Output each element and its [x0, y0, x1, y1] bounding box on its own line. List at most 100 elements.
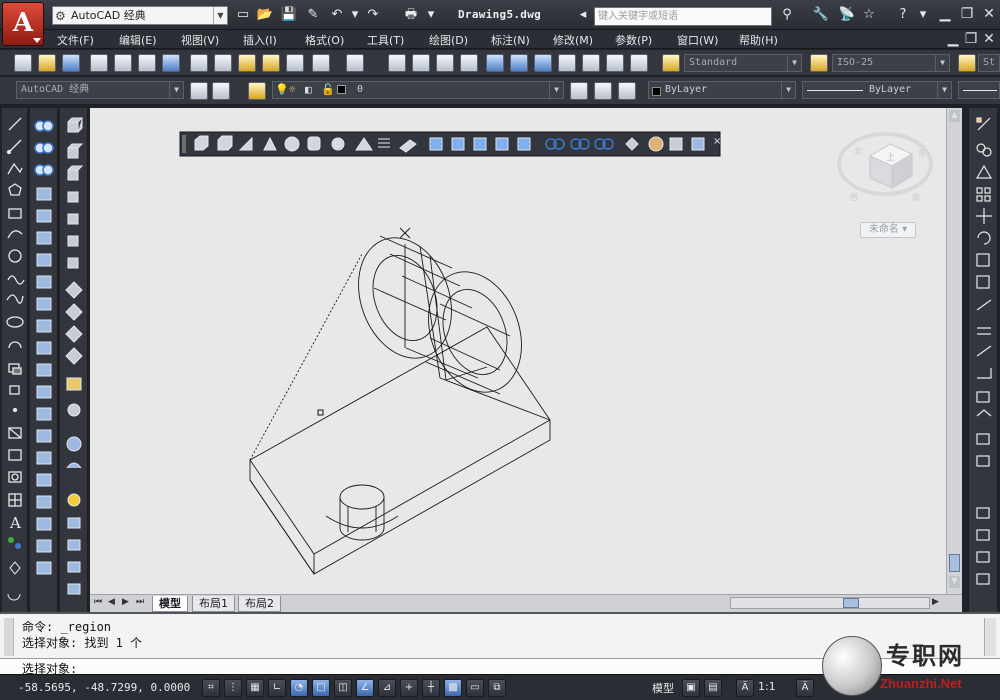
- help-toolbar-icon[interactable]: [630, 54, 648, 72]
- 3d-model-wireframe[interactable]: [249, 225, 551, 575]
- search-input[interactable]: 键入关键字或短语: [594, 7, 772, 26]
- open-file-icon[interactable]: 📂: [256, 7, 274, 23]
- first-tab-icon[interactable]: ⏮: [94, 597, 102, 607]
- vertical-scroll-thumb[interactable]: [949, 554, 960, 572]
- menu-format[interactable]: 格式(O): [305, 32, 344, 48]
- dynamic-input-button[interactable]: +: [400, 679, 418, 697]
- favorites-star-icon[interactable]: ☆: [860, 7, 878, 23]
- model-space-label[interactable]: 模型: [652, 680, 674, 696]
- quick-view-drawings-button[interactable]: ▤: [704, 679, 722, 697]
- text-style-icon[interactable]: [662, 54, 680, 72]
- tab-model[interactable]: 模型: [152, 596, 188, 612]
- open-icon[interactable]: [38, 54, 56, 72]
- drawing-canvas[interactable]: × 上 东 北 西 南 未命名 ▾: [90, 108, 946, 594]
- layer-manager-icon[interactable]: [248, 82, 266, 100]
- plot-icon[interactable]: 🖶: [402, 7, 420, 23]
- save-as-icon[interactable]: ✎: [304, 7, 322, 23]
- quick-properties-button[interactable]: ▭: [466, 679, 484, 697]
- lineweight-button[interactable]: ┼: [422, 679, 440, 697]
- restore-window-icon[interactable]: ❐: [958, 5, 976, 23]
- 3d-object-snap-button[interactable]: ◫: [334, 679, 352, 697]
- scroll-down-icon[interactable]: ▼: [949, 576, 960, 588]
- zoom-previous-icon[interactable]: [460, 54, 478, 72]
- match-properties-icon[interactable]: [262, 54, 280, 72]
- menu-file[interactable]: 文件(F): [57, 32, 94, 48]
- doc-minimize-icon[interactable]: ▁: [944, 30, 962, 48]
- properties-icon[interactable]: [486, 54, 504, 72]
- linetype-select[interactable]: ByLayer ▼: [802, 81, 952, 99]
- cut-icon[interactable]: [190, 54, 208, 72]
- quick-view-layouts-button[interactable]: ▣: [682, 679, 700, 697]
- last-tab-icon[interactable]: ⏭: [136, 597, 144, 607]
- sheet-set-icon[interactable]: [558, 54, 576, 72]
- undo-toolbar-icon[interactable]: [312, 54, 330, 72]
- redo-icon[interactable]: ↷: [364, 7, 382, 23]
- save-icon[interactable]: 💾: [280, 7, 298, 23]
- grid-display-button[interactable]: ▦: [246, 679, 264, 697]
- copy-icon[interactable]: [214, 54, 232, 72]
- menu-insert[interactable]: 插入(I): [243, 32, 277, 48]
- tab-layout2[interactable]: 布局2: [238, 596, 281, 612]
- menu-edit[interactable]: 编辑(E): [119, 32, 157, 48]
- close-window-icon[interactable]: ✕: [980, 5, 998, 23]
- undo-dropdown-icon[interactable]: ▾: [346, 7, 364, 23]
- minimize-window-icon[interactable]: ▁: [936, 5, 954, 23]
- layer-state-icon[interactable]: [618, 82, 636, 100]
- lineweight-select[interactable]: [958, 81, 1000, 99]
- previous-tab-icon[interactable]: ◀: [108, 597, 115, 607]
- ucs-menu[interactable]: 未命名 ▾: [860, 222, 916, 238]
- plot-toolbar-icon[interactable]: [90, 54, 108, 72]
- scroll-up-icon[interactable]: ▲: [949, 110, 960, 122]
- viewcube[interactable]: 上 东 北 西 南: [837, 132, 933, 202]
- block-editor-icon[interactable]: [286, 54, 304, 72]
- redo-toolbar-icon[interactable]: [346, 54, 364, 72]
- drawing-viewport[interactable]: × 上 东 北 西 南: [90, 108, 946, 594]
- dynamic-ucs-button[interactable]: ⊿: [378, 679, 396, 697]
- menu-window[interactable]: 窗口(W): [677, 32, 718, 48]
- transparency-button[interactable]: ▩: [444, 679, 462, 697]
- workspace-switcher[interactable]: ⚙ AutoCAD 经典 ▼: [52, 6, 228, 25]
- subscription-center-icon[interactable]: 🔧: [812, 7, 830, 23]
- menu-dimension[interactable]: 标注(N): [491, 32, 530, 48]
- design-center-icon[interactable]: [510, 54, 528, 72]
- paste-icon[interactable]: [238, 54, 256, 72]
- selection-cycling-button[interactable]: ⧉: [488, 679, 506, 697]
- quickcalc-icon[interactable]: [606, 54, 624, 72]
- vertical-scrollbar[interactable]: ▲ ▼: [946, 108, 962, 594]
- save-toolbar-icon[interactable]: [62, 54, 80, 72]
- snap-mode-button[interactable]: ⋮: [224, 679, 242, 697]
- dimension-style-select[interactable]: ISO-25 ▼: [832, 54, 950, 72]
- coordinate-readout[interactable]: -58.5695, -48.7299, 0.0000: [18, 681, 190, 694]
- menu-draw[interactable]: 绘图(D): [429, 32, 468, 48]
- text-style-select[interactable]: Standard ▼: [684, 54, 802, 72]
- annotation-scale-value[interactable]: 1:1: [758, 680, 776, 693]
- search-expand-icon[interactable]: ◂: [574, 7, 592, 23]
- layer-select[interactable]: 💡 ☼ ◧ 🔓 0 ▼: [272, 81, 564, 99]
- doc-close-icon[interactable]: ✕: [980, 30, 998, 48]
- zoom-realtime-icon[interactable]: [412, 54, 430, 72]
- binoculars-icon[interactable]: ⚲: [778, 7, 796, 23]
- table-style-select[interactable]: St: [978, 54, 1000, 72]
- menu-modify[interactable]: 修改(M): [553, 32, 593, 48]
- scroll-right-icon[interactable]: ▶: [932, 597, 939, 607]
- layer-previous-icon[interactable]: [594, 82, 612, 100]
- workspace-save-icon[interactable]: [212, 82, 230, 100]
- workspace-select[interactable]: AutoCAD 经典 ▼: [16, 81, 184, 99]
- markup-icon[interactable]: [582, 54, 600, 72]
- color-select[interactable]: ByLayer ▼: [648, 81, 796, 99]
- infer-constraints-button[interactable]: ⌗: [202, 679, 220, 697]
- next-tab-icon[interactable]: ▶: [122, 597, 129, 607]
- quick-access-dropdown-icon[interactable]: ▾: [422, 7, 440, 23]
- menu-help[interactable]: 帮助(H): [739, 32, 778, 48]
- tool-palettes-icon[interactable]: [534, 54, 552, 72]
- dimension-style-icon[interactable]: [810, 54, 828, 72]
- horizontal-scroll-thumb[interactable]: [843, 598, 859, 608]
- help-dropdown-icon[interactable]: ▾: [914, 7, 932, 23]
- publish-icon[interactable]: [138, 54, 156, 72]
- polar-tracking-button[interactable]: ◔: [290, 679, 308, 697]
- new-file-icon[interactable]: ▭: [234, 7, 252, 23]
- object-snap-tracking-button[interactable]: ∠: [356, 679, 374, 697]
- chevron-down-icon[interactable]: ▼: [213, 7, 227, 24]
- pan-icon[interactable]: [388, 54, 406, 72]
- annotation-visibility-button[interactable]: Ä: [796, 679, 814, 697]
